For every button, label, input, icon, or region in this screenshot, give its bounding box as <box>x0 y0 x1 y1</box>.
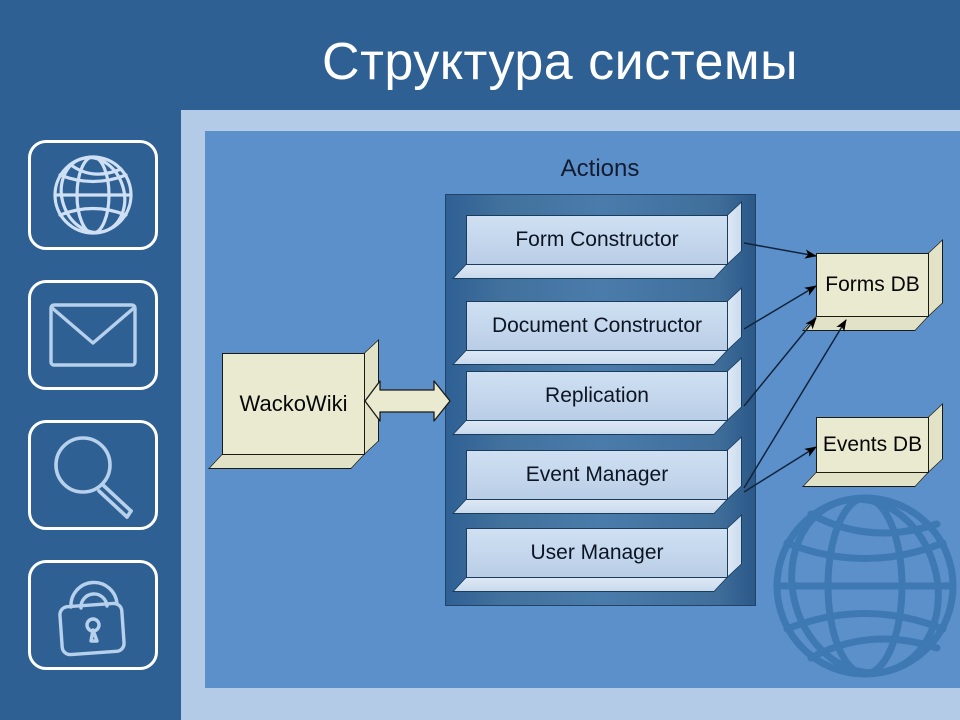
rail-item-search[interactable] <box>28 420 158 530</box>
forms-db-label: Forms DB <box>816 253 929 317</box>
plate-bottom <box>452 420 728 435</box>
action-box-user-manager[interactable]: User Manager <box>452 514 742 592</box>
actions-group-label: Actions <box>560 155 640 182</box>
page-title: Структура системы <box>322 33 798 91</box>
box-bottom <box>802 472 929 487</box>
padlock-icon <box>31 563 155 667</box>
action-box-form-constructor[interactable]: Form Constructor <box>452 201 742 279</box>
action-label: Replication <box>466 371 728 421</box>
action-box-event-manager[interactable]: Event Manager <box>452 436 742 514</box>
action-label: Event Manager <box>466 450 728 500</box>
icon-rail <box>0 0 180 720</box>
plate-bottom <box>452 264 728 279</box>
box-side <box>928 239 943 317</box>
rail-item-security[interactable] <box>28 560 158 670</box>
action-label: Form Constructor <box>466 215 728 265</box>
magnifier-icon <box>31 423 155 527</box>
slide-root: Структура системы Actions Form Construct… <box>0 0 960 720</box>
globe-watermark-icon <box>765 486 960 686</box>
box-bottom <box>802 316 929 331</box>
box-bottom <box>208 454 365 469</box>
action-label: User Manager <box>466 528 728 578</box>
rail-item-globe[interactable] <box>28 140 158 250</box>
forms-db-box[interactable]: Forms DB <box>802 239 943 331</box>
plate-bottom <box>452 499 728 514</box>
box-side <box>928 403 943 473</box>
rail-item-mail[interactable] <box>28 280 158 390</box>
wackowiki-label: WackoWiki <box>222 353 365 455</box>
wackowiki-to-actions-arrow <box>360 378 454 424</box>
wackowiki-box[interactable]: WackoWiki <box>208 339 379 469</box>
action-box-document-constructor[interactable]: Document Constructor <box>452 287 742 365</box>
globe-icon <box>31 143 155 247</box>
envelope-icon <box>31 283 155 387</box>
plate-bottom <box>452 350 728 365</box>
events-db-label: Events DB <box>816 417 929 473</box>
plate-bottom <box>452 577 728 592</box>
events-db-box[interactable]: Events DB <box>802 403 943 487</box>
action-box-replication[interactable]: Replication <box>452 357 742 435</box>
action-label: Document Constructor <box>466 301 728 351</box>
